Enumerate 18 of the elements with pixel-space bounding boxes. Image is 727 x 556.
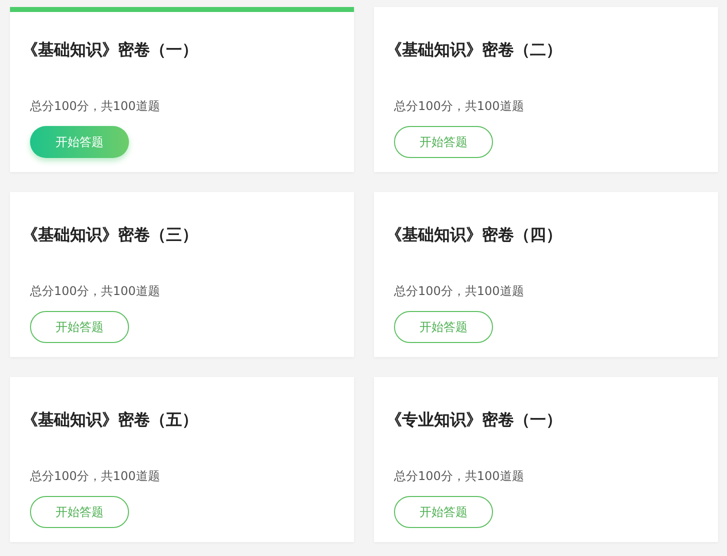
paper-summary: 总分100分，共100道题: [30, 283, 160, 300]
start-button[interactable]: 开始答题: [30, 496, 129, 528]
paper-title: 《基础知识》密卷（五）: [22, 410, 198, 430]
start-button[interactable]: 开始答题: [394, 496, 493, 528]
paper-title: 《基础知识》密卷（一）: [22, 40, 198, 60]
paper-summary: 总分100分，共100道题: [30, 98, 160, 115]
paper-summary: 总分100分，共100道题: [394, 98, 524, 115]
paper-summary: 总分100分，共100道题: [394, 283, 524, 300]
paper-title: 《专业知识》密卷（一）: [386, 410, 562, 430]
start-button[interactable]: 开始答题: [30, 311, 129, 343]
paper-title: 《基础知识》密卷（三）: [22, 225, 198, 245]
start-button[interactable]: 开始答题: [394, 311, 493, 343]
paper-title: 《基础知识》密卷（二）: [386, 40, 562, 60]
start-button[interactable]: 开始答题: [394, 126, 493, 158]
paper-summary: 总分100分，共100道题: [30, 468, 160, 485]
paper-summary: 总分100分，共100道题: [394, 468, 524, 485]
start-button[interactable]: 开始答题: [30, 126, 129, 158]
paper-title: 《基础知识》密卷（四）: [386, 225, 562, 245]
